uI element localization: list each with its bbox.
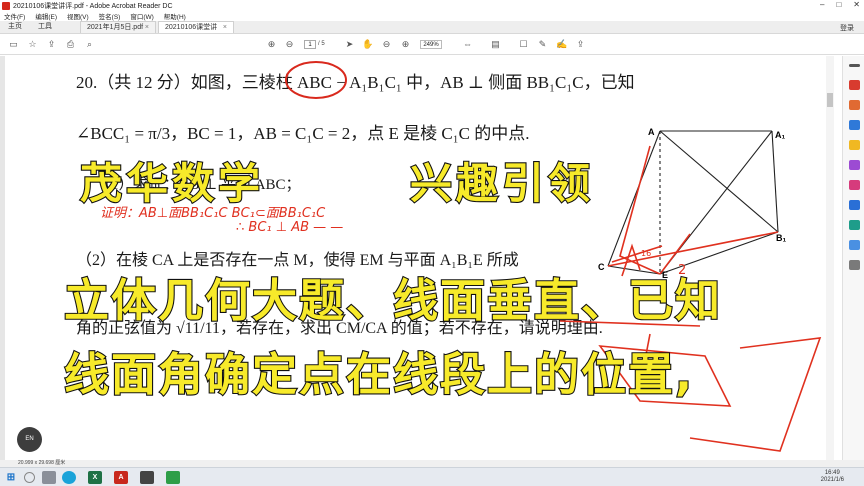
tab-close-icon[interactable]: × bbox=[223, 22, 227, 33]
vertical-scrollbar[interactable] bbox=[826, 56, 834, 460]
label-B1: B₁ bbox=[776, 233, 786, 243]
zoom-out-icon[interactable]: ⊖ bbox=[381, 39, 392, 50]
more-tools-icon[interactable] bbox=[849, 240, 860, 250]
search-icon[interactable]: ⌕ bbox=[84, 39, 95, 50]
clock-date: 2021/1/6 bbox=[820, 477, 844, 483]
overlay-line-2: 线面角确定点在线段上的位置, bbox=[63, 347, 695, 402]
acrobat-window: 20210106课堂讲评.pdf - Adobe Acrobat Reader … bbox=[0, 0, 864, 486]
system-clock[interactable]: 16:49 2021/1/6 bbox=[821, 470, 844, 484]
organize-pages-icon[interactable] bbox=[849, 160, 860, 170]
label-A1: A₁ bbox=[775, 130, 785, 140]
document-view[interactable]: 20.（共 12 分）如图，三棱柱 ABC − A₁B₁C₁ 中，AB ⊥ 侧面… bbox=[0, 56, 834, 460]
search-circle-icon[interactable] bbox=[24, 472, 35, 483]
pane-collapse-icon[interactable] bbox=[849, 64, 860, 67]
tools-settings-icon[interactable] bbox=[849, 260, 860, 270]
overlay-brand: 茂华数学 bbox=[79, 158, 265, 209]
overlay-line-1: 立体几何大题、线面垂直、已知 bbox=[63, 273, 723, 328]
tab-close-icon[interactable]: × bbox=[145, 22, 149, 33]
hand-tool-icon[interactable]: ✋ bbox=[362, 39, 373, 50]
select-cursor-icon[interactable]: ➤ bbox=[344, 39, 355, 50]
tab-document-2[interactable]: 20210106课堂讲评... × bbox=[158, 21, 234, 43]
overlay-slogan: 兴趣引领 bbox=[409, 158, 595, 209]
windows-taskbar: ⊞ X A 16:49 2021/1/6 bbox=[0, 467, 864, 486]
scrollbar-thumb[interactable] bbox=[827, 93, 833, 107]
comment-icon[interactable]: ▤ bbox=[490, 39, 501, 50]
sign-icon[interactable]: ✍ bbox=[556, 39, 567, 50]
menu-sign[interactable]: 签名(S) bbox=[99, 11, 121, 21]
label-A: A bbox=[648, 127, 655, 137]
minimize-button[interactable]: – bbox=[820, 0, 824, 9]
fill-sign-icon[interactable] bbox=[849, 180, 860, 190]
share-icon[interactable]: ⇪ bbox=[575, 39, 586, 50]
page-number-input[interactable]: 1 bbox=[304, 40, 316, 49]
app-icon[interactable] bbox=[140, 471, 154, 484]
pen-icon[interactable]: ✎ bbox=[537, 39, 548, 50]
menu-edit[interactable]: 编辑(E) bbox=[35, 11, 57, 21]
page-size-readout: 20.999 x 29.698 厘米 bbox=[18, 460, 66, 466]
protect-icon[interactable] bbox=[849, 200, 860, 210]
acrobat-app-icon bbox=[2, 1, 10, 10]
bookmark-star-icon[interactable]: ☆ bbox=[27, 39, 38, 50]
menu-bar: 文件(F) 编辑(E) 视图(V) 签名(S) 窗口(W) 帮助(H) bbox=[0, 11, 864, 21]
wechat-icon[interactable] bbox=[166, 471, 180, 484]
input-language-bubble[interactable]: EN bbox=[17, 427, 42, 452]
page-total: / 5 bbox=[318, 41, 325, 47]
annotation-16: 16 bbox=[641, 249, 651, 258]
right-tools-pane bbox=[842, 56, 864, 460]
save-icon[interactable]: ▭ bbox=[8, 39, 19, 50]
menu-help[interactable]: 帮助(H) bbox=[164, 11, 186, 21]
comment-tool-icon[interactable] bbox=[849, 140, 860, 150]
export-pdf-icon[interactable] bbox=[849, 80, 860, 90]
page-down-icon[interactable]: ⊖ bbox=[284, 39, 295, 50]
menu-window[interactable]: 窗口(W) bbox=[130, 11, 153, 21]
title-bar: 20210106课堂讲评.pdf - Adobe Acrobat Reader … bbox=[0, 0, 864, 11]
print-icon[interactable]: ⎙ bbox=[65, 39, 76, 50]
tab-home[interactable]: 主页 bbox=[0, 21, 30, 33]
tab-document-2-label: 20210106课堂讲评... bbox=[165, 24, 218, 43]
edge-browser-icon[interactable] bbox=[62, 471, 76, 484]
zoom-level-select[interactable]: 249% bbox=[420, 40, 442, 49]
tab-document-1[interactable]: 2021年1月5日.pdf × bbox=[80, 21, 156, 33]
menu-file[interactable]: 文件(F) bbox=[4, 11, 25, 21]
clock-time: 16:49 bbox=[824, 470, 840, 476]
window-controls: – □ ✕ bbox=[820, 0, 860, 9]
close-window-button[interactable]: ✕ bbox=[853, 0, 860, 9]
circle-annotation bbox=[285, 61, 347, 99]
zoom-in-icon[interactable]: ⊕ bbox=[400, 39, 411, 50]
toolbar: ▭ ☆ ⇪ ⎙ ⌕ ⊕ ⊖ 1 / 5 ➤ ✋ ⊖ ⊕ 249% ⇔ ▤ ☐ ✎… bbox=[0, 35, 864, 55]
menu-view[interactable]: 视图(V) bbox=[67, 11, 89, 21]
tab-bar: 主页 工具 2021年1月5日.pdf × 20210106课堂讲评... × … bbox=[0, 21, 864, 43]
acrobat-icon[interactable]: A bbox=[114, 471, 128, 484]
create-pdf-icon[interactable] bbox=[849, 100, 860, 110]
upload-icon[interactable]: ⇪ bbox=[46, 39, 57, 50]
tab-tools[interactable]: 工具 bbox=[30, 21, 60, 33]
status-bar: 20.999 x 29.698 厘米 bbox=[0, 460, 864, 467]
window-title: 20210106课堂讲评.pdf - Adobe Acrobat Reader … bbox=[13, 2, 173, 10]
page-up-icon[interactable]: ⊕ bbox=[266, 39, 277, 50]
task-view-icon[interactable] bbox=[42, 471, 56, 484]
tab-document-1-label: 2021年1月5日.pdf bbox=[87, 24, 144, 31]
edit-pdf-icon[interactable] bbox=[849, 120, 860, 130]
login-link[interactable]: 登录 bbox=[840, 23, 854, 33]
excel-icon[interactable]: X bbox=[88, 471, 102, 484]
start-windows-icon[interactable]: ⊞ bbox=[4, 471, 18, 484]
fit-page-icon[interactable]: ⇔ bbox=[462, 39, 473, 50]
annotate-icon[interactable]: ☐ bbox=[518, 39, 529, 50]
compress-icon[interactable] bbox=[849, 220, 860, 230]
maximize-button[interactable]: □ bbox=[836, 0, 841, 9]
